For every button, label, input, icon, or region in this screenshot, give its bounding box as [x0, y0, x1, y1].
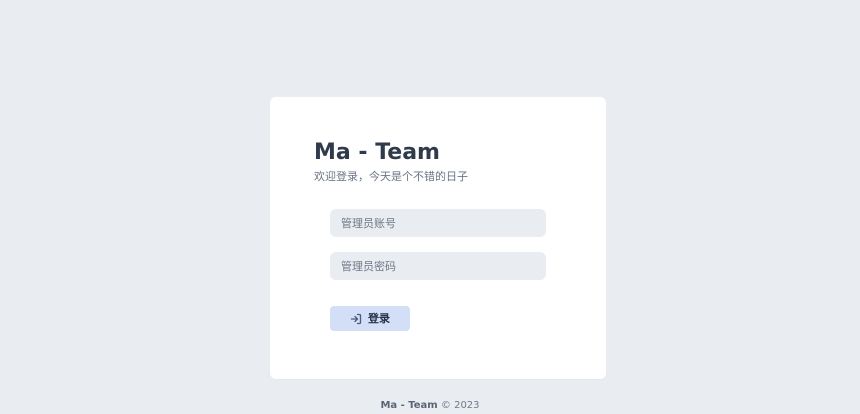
login-button-label: 登录: [368, 311, 390, 325]
sign-in-icon: [350, 313, 362, 325]
login-title: Ma - Team: [314, 140, 440, 165]
password-input[interactable]: [330, 252, 546, 280]
login-subtitle: 欢迎登录，今天是个不错的日子: [314, 170, 468, 183]
footer: Ma - Team © 2023: [0, 399, 860, 412]
footer-brand: Ma - Team: [380, 400, 438, 411]
login-card: Ma - Team 欢迎登录，今天是个不错的日子 登录: [270, 97, 606, 379]
login-button[interactable]: 登录: [330, 306, 410, 331]
footer-copyright: © 2023: [440, 400, 480, 411]
account-input[interactable]: [330, 209, 546, 237]
